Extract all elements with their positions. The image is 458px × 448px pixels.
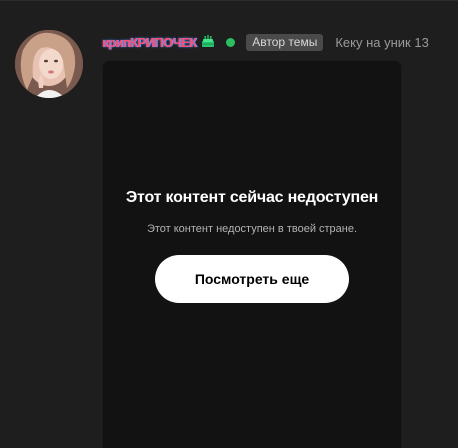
embed-unavailable-subtitle: Этот контент недоступен в твоей стране. — [146, 223, 358, 235]
see-more-button[interactable]: Посмотреть еще — [155, 255, 349, 303]
forum-post: крипКРИПОЧЕК Автор темы Кеку на уник 13 … — [0, 0, 458, 448]
embed-unavailable-title: Этот контент сейчас недоступен — [125, 189, 379, 206]
topic-author-badge: Автор темы — [246, 33, 324, 51]
post-header: крипКРИПОЧЕК Автор темы Кеку на уник 13 — [102, 33, 458, 51]
media-embed: Этот контент сейчас недоступен Этот конт… — [102, 60, 402, 448]
user-title: Кеку на уник 13 — [335, 34, 429, 50]
user-avatar[interactable] — [15, 30, 83, 98]
username-link[interactable]: крипКРИПОЧЕК — [102, 35, 197, 50]
online-status-icon — [226, 37, 236, 47]
cake-icon — [201, 34, 215, 48]
avatar-photo-icon — [15, 30, 83, 98]
